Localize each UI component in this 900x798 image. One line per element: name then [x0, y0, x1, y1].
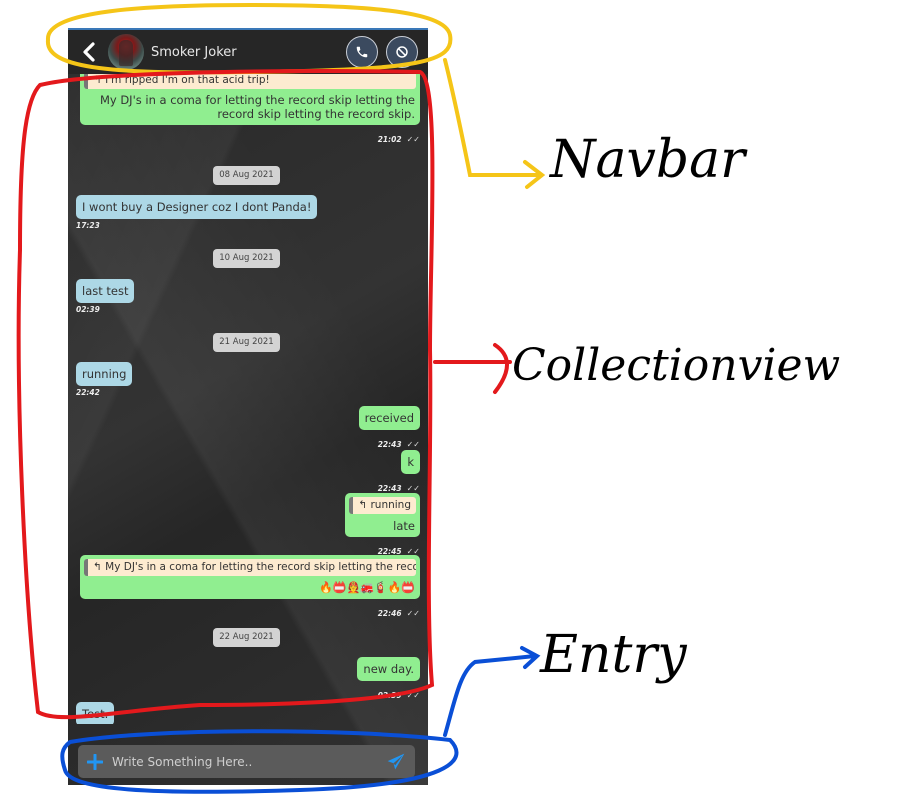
message-entry-bar [78, 745, 415, 778]
message-row: last test 02:39 [76, 279, 135, 314]
contact-name[interactable]: Smoker Joker [151, 45, 346, 60]
message-input[interactable] [110, 753, 385, 770]
reply-quote[interactable]: ↰ I'm ripped I'm on that acid trip! [84, 74, 416, 89]
message-row: k 22:43 ✓✓ [378, 450, 420, 495]
navbar-annotation-label: Navbar [550, 130, 746, 190]
avatar[interactable] [108, 34, 144, 70]
incoming-message-bubble[interactable]: Test. [76, 702, 115, 724]
messages-collectionview[interactable]: ↰ I'm ripped I'm on that acid trip! My D… [68, 74, 428, 724]
read-ticks-icon: ✓✓ [406, 135, 420, 144]
reply-quote[interactable]: ↰ My DJ's in a coma for letting the reco… [84, 559, 416, 576]
message-time: 22:46 [377, 609, 402, 618]
send-button[interactable] [385, 751, 407, 773]
date-separator: 22 Aug 2021 [213, 628, 280, 647]
back-button[interactable] [78, 41, 100, 63]
message-row: ↰ My DJ's in a coma for letting the reco… [80, 555, 420, 620]
incoming-message-bubble[interactable]: running [76, 362, 133, 386]
reply-arrow-icon: ↰ [93, 561, 106, 573]
message-time: 22:42 [76, 388, 100, 397]
message-meta: 22:43 ✓✓ [359, 432, 420, 451]
outgoing-message-bubble[interactable]: k [401, 450, 420, 474]
read-ticks-icon: ✓✓ [406, 691, 420, 700]
message-text: My DJ's in a coma for letting the record… [99, 93, 415, 121]
message-row: I wont buy a Designer coz I dont Panda! … [76, 195, 318, 230]
message-time: 21:02 [377, 135, 402, 144]
message-meta: 02:39 ✓✓ [357, 683, 420, 702]
outgoing-message-bubble[interactable]: new day. [357, 657, 420, 681]
message-time: 17:23 [76, 221, 100, 230]
chevron-left-icon [83, 42, 95, 62]
message-row: Test. 15:03 [76, 702, 115, 724]
send-icon [387, 753, 405, 769]
message-row: received 22:43 ✓✓ [358, 406, 420, 451]
message-row: running 22:42 [76, 362, 133, 397]
outgoing-message-bubble[interactable]: ↰ My DJ's in a coma for letting the reco… [80, 555, 420, 599]
read-ticks-icon: ✓✓ [406, 440, 420, 449]
outgoing-message-bubble[interactable]: received [358, 406, 420, 430]
phone-screen: Smoker Joker ↰ I'm ripped I'm on that ac… [68, 28, 428, 785]
outgoing-message-bubble[interactable]: ↰ running late [345, 493, 420, 537]
block-button[interactable] [386, 36, 418, 68]
reply-arrow-icon: ↰ [93, 74, 106, 86]
message-text: late [393, 519, 415, 533]
date-separator: 21 Aug 2021 [213, 333, 280, 352]
outgoing-message-bubble[interactable]: ↰ I'm ripped I'm on that acid trip! My D… [80, 74, 420, 125]
plus-icon [87, 753, 103, 770]
reply-quote[interactable]: ↰ running [349, 497, 416, 514]
message-meta: 22:46 ✓✓ [80, 601, 420, 620]
message-text: 🔥📛🧑‍🚒🚒🧯🔥📛 [319, 581, 415, 594]
navbar-arrow [443, 58, 546, 189]
message-time: 02:39 [377, 691, 402, 700]
block-icon [396, 46, 408, 58]
date-separator: 08 Aug 2021 [213, 166, 280, 185]
date-separator: 10 Aug 2021 [213, 249, 280, 268]
collectionview-annotation-label: Collectionview [512, 340, 841, 391]
message-row: new day. 02:39 ✓✓ [357, 657, 420, 702]
read-ticks-icon: ✓✓ [406, 484, 420, 493]
incoming-message-bubble[interactable]: I wont buy a Designer coz I dont Panda! [76, 195, 318, 219]
message-time: 02:39 [76, 305, 100, 314]
message-time: 22:43 [377, 484, 402, 493]
phone-icon [356, 46, 368, 58]
navbar: Smoker Joker [68, 30, 428, 74]
read-ticks-icon: ✓✓ [406, 609, 420, 618]
message-row: ↰ I'm ripped I'm on that acid trip! My D… [80, 74, 420, 146]
entry-annotation-label: Entry [540, 625, 687, 685]
message-time: 22:43 [377, 440, 402, 449]
call-button[interactable] [346, 36, 378, 68]
reply-arrow-icon: ↰ [358, 499, 371, 511]
collectionview-arrow [433, 343, 512, 394]
message-meta: 21:02 ✓✓ [80, 127, 420, 146]
entry-arrow [443, 646, 541, 737]
incoming-message-bubble[interactable]: last test [76, 279, 135, 303]
message-row: ↰ running late 22:45 ✓✓ [345, 493, 420, 558]
add-attachment-button[interactable] [86, 753, 104, 771]
